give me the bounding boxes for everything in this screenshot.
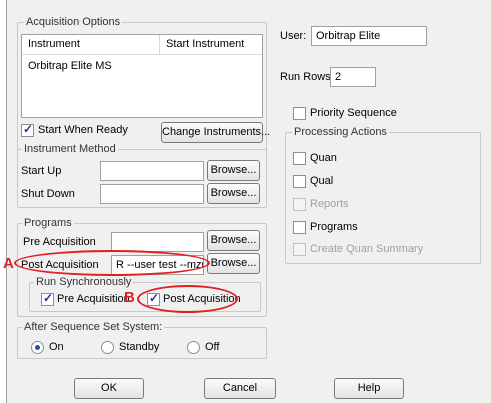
change-instruments-button[interactable]: Change Instruments...	[161, 122, 270, 143]
quan-checkbox[interactable]	[293, 152, 306, 165]
instrument-row[interactable]: Orbitrap Elite MS	[28, 59, 112, 73]
instrument-method-title: Instrument Method	[22, 143, 118, 155]
sync-pre-acquisition-checkbox[interactable]	[41, 291, 54, 306]
run-rows-input[interactable]: 2	[330, 67, 376, 87]
annotation-letter-b: B	[124, 289, 135, 306]
processing-actions-title: Processing Actions	[292, 126, 389, 138]
pre-acquisition-browse-button[interactable]: Browse...	[207, 230, 260, 251]
start-up-browse-button[interactable]: Browse...	[207, 160, 260, 181]
acquisition-options-title: Acquisition Options	[24, 16, 123, 28]
shut-down-label: Shut Down	[21, 188, 75, 200]
after-sequence-standby-label: Standby	[119, 341, 160, 353]
reports-label: Reports	[310, 198, 349, 210]
after-sequence-off-radio[interactable]	[187, 341, 200, 354]
reports-checkbox[interactable]	[293, 198, 306, 211]
programs-label: Programs	[310, 221, 358, 233]
after-sequence-on-label: On	[49, 341, 64, 353]
after-sequence-standby-radio[interactable]	[101, 341, 114, 354]
create-quan-summary-checkbox[interactable]	[293, 243, 306, 256]
after-sequence-off-label: Off	[205, 341, 220, 353]
annotation-ellipse-b	[137, 285, 238, 313]
help-button[interactable]: Help	[334, 378, 404, 399]
annotation-ellipse-a	[14, 250, 210, 276]
column-header-instrument[interactable]: Instrument	[22, 35, 160, 55]
create-quan-summary-label: Create Quan Summary	[310, 243, 424, 255]
cancel-button[interactable]: Cancel	[204, 378, 276, 399]
user-label: User:	[280, 30, 307, 42]
pre-acquisition-input[interactable]	[111, 232, 204, 252]
run-rows-label: Run Rows:	[280, 71, 334, 83]
programs-title: Programs	[22, 217, 74, 229]
instrument-name: Orbitrap Elite MS	[28, 60, 112, 72]
ok-button[interactable]: OK	[74, 378, 144, 399]
shut-down-browse-button[interactable]: Browse...	[207, 183, 260, 204]
column-header-start-instrument[interactable]: Start Instrument	[160, 35, 262, 55]
after-sequence-title: After Sequence Set System:	[22, 321, 165, 333]
post-acquisition-browse-button[interactable]: Browse...	[207, 253, 260, 274]
shut-down-input[interactable]	[100, 184, 204, 204]
run-synchronously-title: Run Synchronously	[34, 276, 134, 288]
after-sequence-on-radio[interactable]	[31, 341, 44, 354]
sequence-run-dialog: Acquisition Options Instrument Start Ins…	[6, 0, 491, 403]
programs-checkbox[interactable]	[293, 221, 306, 234]
start-up-input[interactable]	[100, 161, 204, 181]
pre-acquisition-label: Pre Acquisition	[23, 236, 96, 248]
annotation-letter-a: A	[3, 255, 14, 272]
start-when-ready-label: Start When Ready	[38, 124, 128, 136]
qual-label: Qual	[310, 175, 334, 187]
start-up-label: Start Up	[21, 165, 62, 177]
qual-checkbox[interactable]	[293, 175, 306, 188]
instrument-list[interactable]: Instrument Start Instrument Orbitrap Eli…	[21, 34, 263, 118]
priority-sequence-label: Priority Sequence	[310, 107, 397, 119]
sync-pre-acquisition-label: Pre Acquisition	[57, 293, 130, 305]
priority-sequence-checkbox[interactable]	[293, 107, 306, 120]
start-when-ready-checkbox[interactable]	[21, 122, 34, 137]
user-input[interactable]: Orbitrap Elite	[311, 26, 427, 46]
quan-label: Quan	[310, 152, 337, 164]
